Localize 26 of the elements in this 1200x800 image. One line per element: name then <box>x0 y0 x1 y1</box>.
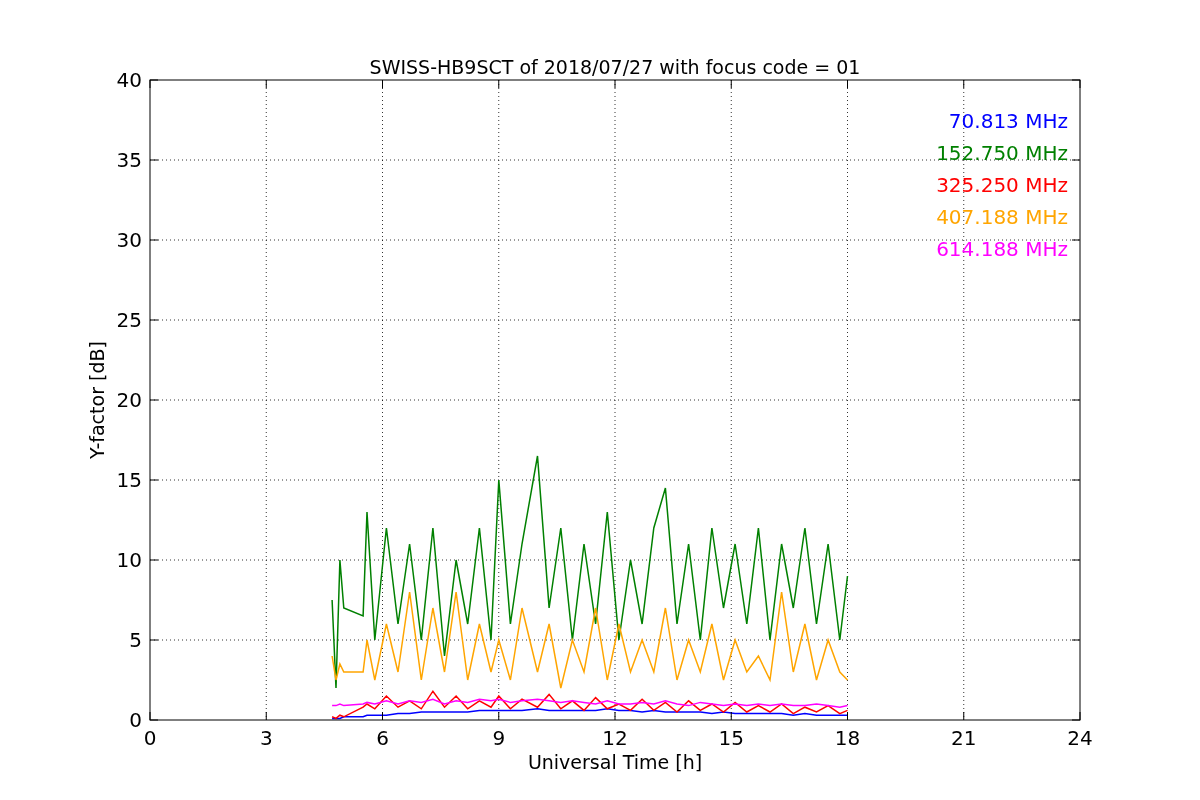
legend-label: 407.188 MHz <box>936 205 1068 229</box>
x-tick-label: 18 <box>834 726 861 750</box>
legend-label: 614.188 MHz <box>936 237 1068 261</box>
x-tick-label: 9 <box>492 726 506 750</box>
y-tick-label: 0 <box>129 708 142 732</box>
y-tick-label: 5 <box>129 628 142 652</box>
x-tick-label: 0 <box>143 726 157 750</box>
x-tick-label: 12 <box>602 726 628 750</box>
x-tick-label: 6 <box>376 726 389 750</box>
y-tick-label: 30 <box>116 228 142 252</box>
x-tick-label: 24 <box>1067 726 1093 750</box>
legend-label: 152.750 MHz <box>936 141 1068 165</box>
y-tick-label: 20 <box>116 388 142 412</box>
y-tick-label: 15 <box>116 468 142 492</box>
y-tick-label: 35 <box>116 148 142 172</box>
y-tick-label: 40 <box>116 68 142 92</box>
x-tick-label: 3 <box>259 726 273 750</box>
legend-label: 70.813 MHz <box>948 109 1068 133</box>
legend-label: 325.250 MHz <box>936 173 1068 197</box>
x-tick-label: 21 <box>951 726 977 750</box>
chart-title: SWISS-HB9SCT of 2018/07/27 with focus code = 01 <box>369 56 861 78</box>
y-axis-label: Y-factor [dB] <box>86 341 108 459</box>
y-tick-label: 25 <box>116 308 142 332</box>
x-axis-label: Universal Time [h] <box>527 751 703 773</box>
x-tick-label: 15 <box>718 726 744 750</box>
y-tick-label: 10 <box>116 548 142 572</box>
